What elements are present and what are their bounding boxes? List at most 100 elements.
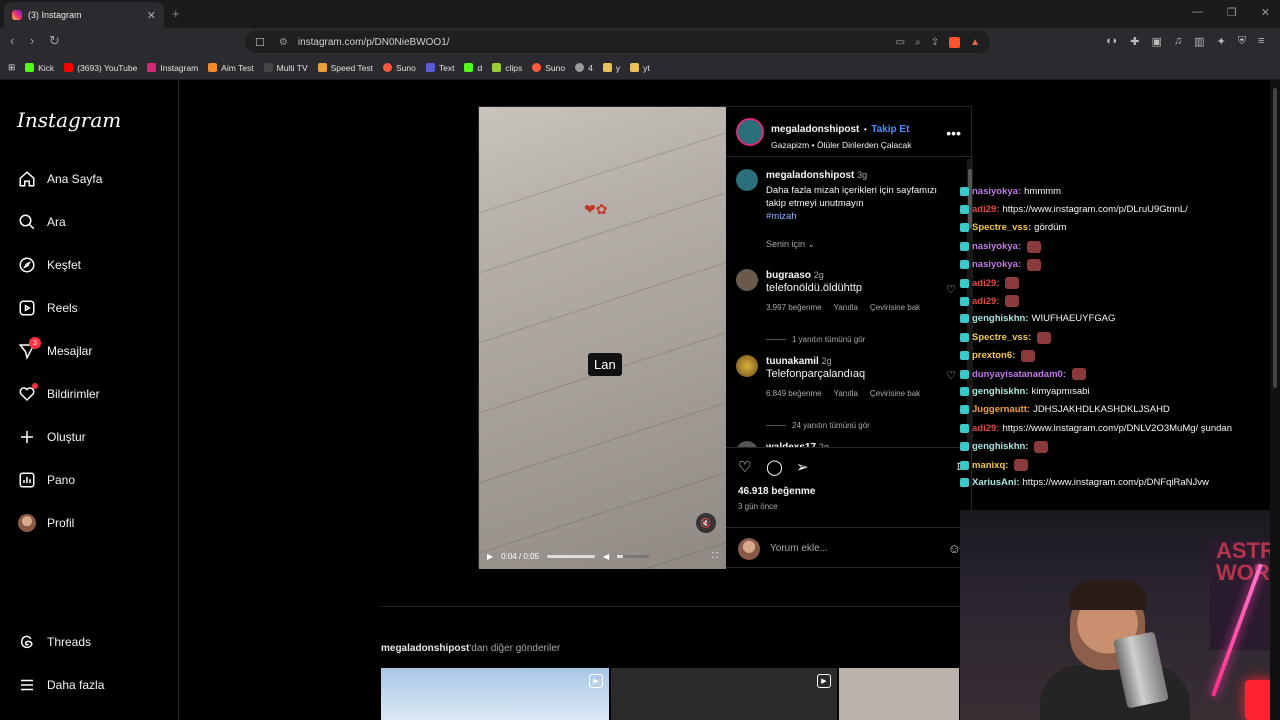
sidebar-item-search[interactable]: Ara <box>17 210 66 234</box>
sidebar-item-profile[interactable]: Profil <box>17 511 74 535</box>
address-bar[interactable]: ☐ ⚙ instagram.com/p/DN0NieBWOO1/ ▭ ⌕ ⇪ ▲ <box>245 31 990 53</box>
comment-icon[interactable]: ◯ <box>766 458 783 476</box>
bookmark-text[interactable]: Text <box>425 63 454 73</box>
play-icon[interactable]: ▶ <box>487 552 493 561</box>
caption-username[interactable]: megaladonshipost <box>766 170 854 181</box>
comment-likes[interactable]: 6.849 beğenme <box>766 389 822 398</box>
more-post-thumbnail[interactable]: ▶ <box>381 668 609 720</box>
leo-icon[interactable]: ✦ <box>1217 35 1226 48</box>
bookmark-folder-y[interactable]: y <box>602 63 620 73</box>
mute-icon[interactable]: 🔇 <box>696 513 716 533</box>
tab-strip: (3) Instagram ✕ + — ❐ ✕ <box>0 0 1280 28</box>
translate-button[interactable]: Çevirisine bak <box>870 389 920 398</box>
translate-button[interactable]: Çevirisine bak <box>870 303 920 312</box>
site-info-icon[interactable]: ⚙ <box>279 37 288 48</box>
author-username[interactable]: megaladonshipost <box>771 124 859 135</box>
bookmark-suno-2[interactable]: Suno <box>532 63 565 73</box>
chat-badge-icon <box>960 333 969 343</box>
maximize-icon[interactable]: ❐ <box>1227 6 1237 19</box>
video-player[interactable]: ❤✿ Lan 🔇 ▶ 0:04 / 0:05 ◀ ⛶ <box>479 107 726 569</box>
commenter-avatar[interactable] <box>736 355 758 377</box>
share-icon[interactable]: ⇪ <box>931 37 939 48</box>
sidebar-item-dashboard[interactable]: Pano <box>17 468 75 492</box>
share-icon[interactable]: ➢ <box>796 458 809 476</box>
more-post-thumbnail[interactable]: ▶ <box>611 668 837 720</box>
minimize-icon[interactable]: — <box>1192 6 1203 19</box>
bookmark-4[interactable]: 4 <box>575 63 593 73</box>
bookmark-aim-test[interactable]: Aim Test <box>208 63 254 73</box>
sidebar-item-explore[interactable]: Keşfet <box>17 253 81 277</box>
view-replies-button[interactable]: 24 yanıtın tümünü gör <box>766 421 870 430</box>
forward-button[interactable]: › <box>30 33 34 48</box>
sort-dropdown[interactable]: Senin için ⌄ <box>766 239 815 250</box>
chat-message: adi29: <box>960 277 1020 289</box>
bookmark-suno[interactable]: Suno <box>383 63 416 73</box>
cast-icon[interactable]: ▭ <box>896 37 905 48</box>
more-options-icon[interactable]: ••• <box>946 125 961 141</box>
reply-button[interactable]: Yanıtla <box>834 389 858 398</box>
bookmark-kick[interactable]: Kick <box>25 63 54 73</box>
fullscreen-icon[interactable]: ⛶ <box>712 551 718 561</box>
comment-username[interactable]: tuunakamil <box>766 356 819 367</box>
wallet-icon[interactable]: ▣ <box>1152 35 1162 48</box>
extensions-icon[interactable]: ✚ <box>1130 35 1139 48</box>
close-window-icon[interactable]: ✕ <box>1261 6 1270 19</box>
reply-button[interactable]: Yanıtla <box>834 303 858 312</box>
url-text[interactable]: instagram.com/p/DN0NieBWOO1/ <box>298 37 450 48</box>
bookmark-clips[interactable]: clips <box>492 63 522 73</box>
view-replies-button[interactable]: 1 yanıtın tümünü gör <box>766 335 865 344</box>
emoji-icon[interactable]: ☺ <box>948 541 961 556</box>
new-tab-button[interactable]: + <box>172 6 180 21</box>
audio-subtitle[interactable]: Gazapizm • Ölüler Dirilerden Çalacak <box>771 140 911 150</box>
comment-likes[interactable]: 3.997 beğenme <box>766 303 822 312</box>
chat-text: gördüm <box>1034 222 1067 234</box>
comment-like-icon[interactable]: ♡ <box>946 369 956 382</box>
sidebar-item-more[interactable]: Daha fazla <box>17 673 104 697</box>
author-avatar[interactable] <box>736 118 764 146</box>
follow-button[interactable]: Takip Et <box>871 124 909 135</box>
close-tab-icon[interactable]: ✕ <box>147 9 156 22</box>
sidebar-item-messages[interactable]: 3 Mesajlar <box>17 337 92 363</box>
back-button[interactable]: ‹ <box>10 33 14 48</box>
audio-icon[interactable]: ◖◗ <box>1105 35 1118 48</box>
seek-bar[interactable] <box>546 554 595 558</box>
bookmark-instagram[interactable]: Instagram <box>147 63 198 73</box>
chat-emote-icon <box>1005 277 1020 289</box>
hashtag-link[interactable]: #mizah <box>766 210 951 223</box>
bookmark-folder-yt[interactable]: yt <box>630 63 650 73</box>
brave-rewards-icon[interactable]: ▲ <box>970 37 980 48</box>
instagram-logo[interactable]: Instagram <box>17 108 121 132</box>
comment-username[interactable]: bugraaso <box>766 270 811 281</box>
zoom-icon[interactable]: ⌕ <box>915 37 921 48</box>
bookmark-icon[interactable]: ☐ <box>255 36 265 49</box>
brave-shield-icon[interactable] <box>949 36 961 48</box>
menu-icon[interactable]: ≡ <box>1258 35 1264 48</box>
apps-icon[interactable]: ⊞ <box>8 62 15 73</box>
reload-button[interactable]: ↻ <box>49 33 60 49</box>
vpn-icon[interactable]: ⛨ <box>1238 35 1246 48</box>
bookmark-speed-test[interactable]: Speed Test <box>317 63 373 73</box>
tab-instagram[interactable]: (3) Instagram ✕ <box>4 2 164 28</box>
sidebar-item-reels[interactable]: Reels <box>17 296 78 320</box>
comment-like-icon[interactable]: ♡ <box>946 283 956 296</box>
author-avatar[interactable] <box>736 169 758 191</box>
tv-icon <box>263 63 273 72</box>
sidebar-item-notifications[interactable]: Bildirimler <box>17 382 100 406</box>
more-post-thumbnail[interactable] <box>839 668 959 720</box>
page-scrollbar[interactable] <box>1270 80 1280 720</box>
comment-text: telefonöldü.öldühttp <box>766 282 863 294</box>
like-count[interactable]: 46.918 beğenme <box>738 486 815 497</box>
volume-icon[interactable]: ◀ <box>603 552 609 561</box>
comment-input[interactable]: Yorum ekle... <box>770 543 828 554</box>
like-icon[interactable]: ♡ <box>738 458 751 476</box>
commenter-avatar[interactable] <box>736 269 758 291</box>
bookmark-d[interactable]: d <box>464 63 482 73</box>
sidebar-item-threads[interactable]: Threads <box>17 630 91 654</box>
sidebar-item-home[interactable]: Ana Sayfa <box>17 167 102 191</box>
bookmark-multi-tv[interactable]: Multi TV <box>263 63 308 73</box>
music-icon[interactable]: ♫ <box>1174 35 1182 48</box>
bookmark-youtube[interactable]: (3693) YouTube <box>64 63 137 73</box>
volume-slider[interactable] <box>617 554 650 558</box>
sidebar-item-create[interactable]: Oluştur <box>17 425 86 449</box>
sidebar-icon[interactable]: ▥ <box>1194 35 1204 48</box>
